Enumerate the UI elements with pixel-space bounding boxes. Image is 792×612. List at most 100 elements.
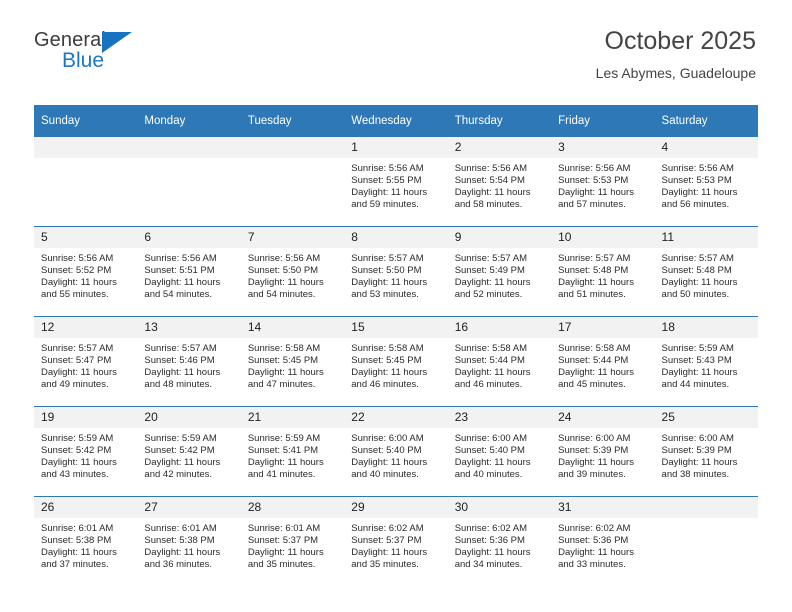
day-cell-inner: 20 Sunrise: 5:59 AM Sunset: 5:42 PM Dayligh…	[137, 407, 241, 496]
calendar-day-cell[interactable]: 18 Sunrise: 5:59 AM Sunset: 5:43 PM Dayligh…	[654, 316, 758, 407]
day-sun-info: Sunrise: 6:02 AM Sunset: 5:36 PM Daylight:…	[448, 518, 551, 571]
sunset-text: Sunset: 5:54 PM	[454, 175, 525, 187]
daylight-text: Daylight: 11 hours and 54 minutes.	[247, 277, 324, 301]
daylight-text: Daylight: 11 hours and 58 minutes.	[454, 187, 531, 211]
weekday-header-monday: Monday	[137, 105, 241, 137]
daylight-text: Daylight: 11 hours and 40 minutes.	[351, 457, 428, 481]
calendar-day-cell[interactable]: 12 Sunrise: 5:57 AM Sunset: 5:47 PM Dayligh…	[34, 316, 138, 407]
sunset-text: Sunset: 5:42 PM	[144, 445, 215, 457]
calendar-day-cell-empty	[137, 137, 241, 227]
calendar-day-cell[interactable]: 1 Sunrise: 5:56 AM Sunset: 5:55 PM Daylight…	[344, 137, 448, 227]
day-number: 28	[240, 497, 345, 518]
day-number: 14	[240, 317, 345, 338]
daylight-text: Daylight: 11 hours and 40 minutes.	[454, 457, 531, 481]
calendar-day-cell[interactable]: 29 Sunrise: 6:02 AM Sunset: 5:37 PM Dayligh…	[344, 496, 448, 586]
calendar-day-cell[interactable]: 10 Sunrise: 5:57 AM Sunset: 5:48 PM Dayligh…	[551, 226, 655, 317]
daylight-text: Daylight: 11 hours and 55 minutes.	[41, 277, 117, 301]
day-sun-info: Sunrise: 6:00 AM Sunset: 5:39 PM Daylight:…	[655, 428, 758, 481]
calendar-day-cell[interactable]: 19 Sunrise: 5:59 AM Sunset: 5:42 PM Dayligh…	[34, 406, 138, 497]
day-cell-inner: 8 Sunrise: 5:57 AM Sunset: 5:50 PM Daylight…	[344, 227, 448, 316]
calendar-day-cell[interactable]: 8 Sunrise: 5:57 AM Sunset: 5:50 PM Daylight…	[344, 226, 448, 317]
calendar-day-cell[interactable]: 17 Sunrise: 5:58 AM Sunset: 5:44 PM Dayligh…	[551, 316, 655, 407]
calendar-day-cell[interactable]: 13 Sunrise: 5:57 AM Sunset: 5:46 PM Dayligh…	[137, 316, 241, 407]
daylight-text: Daylight: 11 hours and 48 minutes.	[144, 367, 221, 391]
page-header: General Blue October 2025 Les Abymes, Gu…	[0, 0, 792, 81]
calendar-week-row: 12 Sunrise: 5:57 AM Sunset: 5:47 PM Dayligh…	[34, 316, 758, 407]
daylight-text: Daylight: 11 hours and 37 minutes.	[41, 547, 117, 571]
calendar-day-cell[interactable]: 31 Sunrise: 6:02 AM Sunset: 5:36 PM Dayligh…	[551, 496, 655, 586]
day-cell-inner: 21 Sunrise: 5:59 AM Sunset: 5:41 PM Dayligh…	[240, 407, 345, 496]
calendar-day-cell[interactable]: 3 Sunrise: 5:56 AM Sunset: 5:53 PM Daylight…	[551, 137, 655, 227]
calendar-day-cell[interactable]: 22 Sunrise: 6:00 AM Sunset: 5:40 PM Dayligh…	[344, 406, 448, 497]
day-number: 17	[551, 317, 655, 338]
day-number: 4	[654, 137, 758, 158]
calendar-day-cell[interactable]: 4 Sunrise: 5:56 AM Sunset: 5:53 PM Daylight…	[654, 137, 758, 227]
calendar-day-cell[interactable]: 14 Sunrise: 5:58 AM Sunset: 5:45 PM Dayligh…	[240, 316, 345, 407]
calendar-day-cell[interactable]: 2 Sunrise: 5:56 AM Sunset: 5:54 PM Daylight…	[447, 137, 552, 227]
sunrise-text: Sunrise: 5:58 AM	[558, 343, 631, 354]
day-sun-info: Sunrise: 5:59 AM Sunset: 5:43 PM Daylight:…	[655, 338, 758, 391]
sunrise-text: Sunrise: 5:57 AM	[661, 253, 734, 264]
sunrise-text: Sunrise: 5:56 AM	[558, 163, 631, 174]
calendar-day-cell[interactable]: 28 Sunrise: 6:01 AM Sunset: 5:37 PM Dayligh…	[240, 496, 345, 586]
calendar-day-cell[interactable]: 23 Sunrise: 6:00 AM Sunset: 5:40 PM Dayligh…	[447, 406, 552, 497]
day-sun-info: Sunrise: 5:57 AM Sunset: 5:48 PM Daylight:…	[655, 248, 758, 301]
sunrise-text: Sunrise: 5:56 AM	[247, 253, 321, 264]
calendar-day-cell[interactable]: 16 Sunrise: 5:58 AM Sunset: 5:44 PM Dayligh…	[447, 316, 552, 407]
daylight-text: Daylight: 11 hours and 51 minutes.	[558, 277, 634, 301]
day-sun-info: Sunrise: 5:58 AM Sunset: 5:44 PM Daylight:…	[448, 338, 551, 391]
daylight-text: Daylight: 11 hours and 47 minutes.	[247, 367, 324, 391]
day-number: 8	[344, 227, 448, 248]
calendar-day-cell[interactable]: 15 Sunrise: 5:58 AM Sunset: 5:45 PM Dayligh…	[344, 316, 448, 407]
daylight-text: Daylight: 11 hours and 56 minutes.	[661, 187, 738, 211]
day-sun-info: Sunrise: 6:01 AM Sunset: 5:38 PM Daylight:…	[34, 518, 137, 571]
day-sun-info: Sunrise: 5:58 AM Sunset: 5:45 PM Daylight:…	[344, 338, 447, 391]
day-number	[137, 137, 241, 158]
calendar-day-cell-empty	[34, 137, 138, 227]
calendar-day-cell[interactable]: 27 Sunrise: 6:01 AM Sunset: 5:38 PM Dayligh…	[137, 496, 241, 586]
day-sun-info: Sunrise: 5:56 AM Sunset: 5:53 PM Daylight:…	[655, 158, 758, 211]
calendar-day-cell[interactable]: 30 Sunrise: 6:02 AM Sunset: 5:36 PM Dayligh…	[447, 496, 552, 586]
sunrise-text: Sunrise: 6:02 AM	[454, 523, 528, 534]
day-sun-info: Sunrise: 5:56 AM Sunset: 5:52 PM Daylight:…	[34, 248, 137, 301]
brand-logo[interactable]: General Blue	[34, 30, 154, 80]
sunset-text: Sunset: 5:38 PM	[41, 535, 112, 547]
calendar-day-cell[interactable]: 7 Sunrise: 5:56 AM Sunset: 5:50 PM Daylight…	[240, 226, 345, 317]
day-sun-info: Sunrise: 5:58 AM Sunset: 5:44 PM Daylight:…	[551, 338, 654, 391]
sunset-text: Sunset: 5:40 PM	[454, 445, 525, 457]
calendar-day-cell[interactable]: 26 Sunrise: 6:01 AM Sunset: 5:38 PM Dayligh…	[34, 496, 138, 586]
calendar-day-cell[interactable]: 5 Sunrise: 5:56 AM Sunset: 5:52 PM Daylight…	[34, 226, 138, 317]
day-cell-inner: 1 Sunrise: 5:56 AM Sunset: 5:55 PM Daylight…	[344, 137, 448, 226]
calendar-day-cell[interactable]: 20 Sunrise: 5:59 AM Sunset: 5:42 PM Dayligh…	[137, 406, 241, 497]
day-number: 16	[447, 317, 552, 338]
sunrise-text: Sunrise: 5:57 AM	[144, 343, 217, 354]
sunrise-text: Sunrise: 5:57 AM	[41, 343, 114, 354]
calendar-day-cell[interactable]: 9 Sunrise: 5:57 AM Sunset: 5:49 PM Daylight…	[447, 226, 552, 317]
sunset-text: Sunset: 5:47 PM	[41, 355, 112, 367]
daylight-text: Daylight: 11 hours and 49 minutes.	[41, 367, 117, 391]
day-number: 15	[344, 317, 448, 338]
day-cell-inner: 28 Sunrise: 6:01 AM Sunset: 5:37 PM Dayligh…	[240, 497, 345, 586]
calendar-day-cell[interactable]: 11 Sunrise: 5:57 AM Sunset: 5:48 PM Dayligh…	[654, 226, 758, 317]
calendar-day-cell[interactable]: 6 Sunrise: 5:56 AM Sunset: 5:51 PM Daylight…	[137, 226, 241, 317]
sunrise-text: Sunrise: 5:56 AM	[454, 163, 528, 174]
calendar-table: Sunday Monday Tuesday Wednesday Thursday…	[34, 105, 758, 586]
day-cell-inner: 5 Sunrise: 5:56 AM Sunset: 5:52 PM Daylight…	[34, 227, 138, 316]
calendar-day-cell[interactable]: 25 Sunrise: 6:00 AM Sunset: 5:39 PM Dayligh…	[654, 406, 758, 497]
daylight-text: Daylight: 11 hours and 53 minutes.	[351, 277, 428, 301]
day-cell-inner: 4 Sunrise: 5:56 AM Sunset: 5:53 PM Daylight…	[654, 137, 758, 226]
calendar-day-cell[interactable]: 21 Sunrise: 5:59 AM Sunset: 5:41 PM Dayligh…	[240, 406, 345, 497]
calendar-week-row: 5 Sunrise: 5:56 AM Sunset: 5:52 PM Daylight…	[34, 226, 758, 317]
sunset-text: Sunset: 5:53 PM	[558, 175, 629, 187]
sunrise-text: Sunrise: 5:56 AM	[661, 163, 734, 174]
sunset-text: Sunset: 5:45 PM	[351, 355, 422, 367]
daylight-text: Daylight: 11 hours and 57 minutes.	[558, 187, 634, 211]
day-sun-info: Sunrise: 6:00 AM Sunset: 5:39 PM Daylight:…	[551, 428, 654, 481]
sunset-text: Sunset: 5:42 PM	[41, 445, 112, 457]
sunset-text: Sunset: 5:44 PM	[558, 355, 629, 367]
sunrise-text: Sunrise: 6:02 AM	[351, 523, 424, 534]
calendar-day-cell[interactable]: 24 Sunrise: 6:00 AM Sunset: 5:39 PM Dayligh…	[551, 406, 655, 497]
daylight-text: Daylight: 11 hours and 46 minutes.	[454, 367, 531, 391]
calendar-body: 1 Sunrise: 5:56 AM Sunset: 5:55 PM Daylight…	[34, 137, 758, 586]
day-sun-info: Sunrise: 5:56 AM Sunset: 5:53 PM Daylight:…	[551, 158, 654, 211]
